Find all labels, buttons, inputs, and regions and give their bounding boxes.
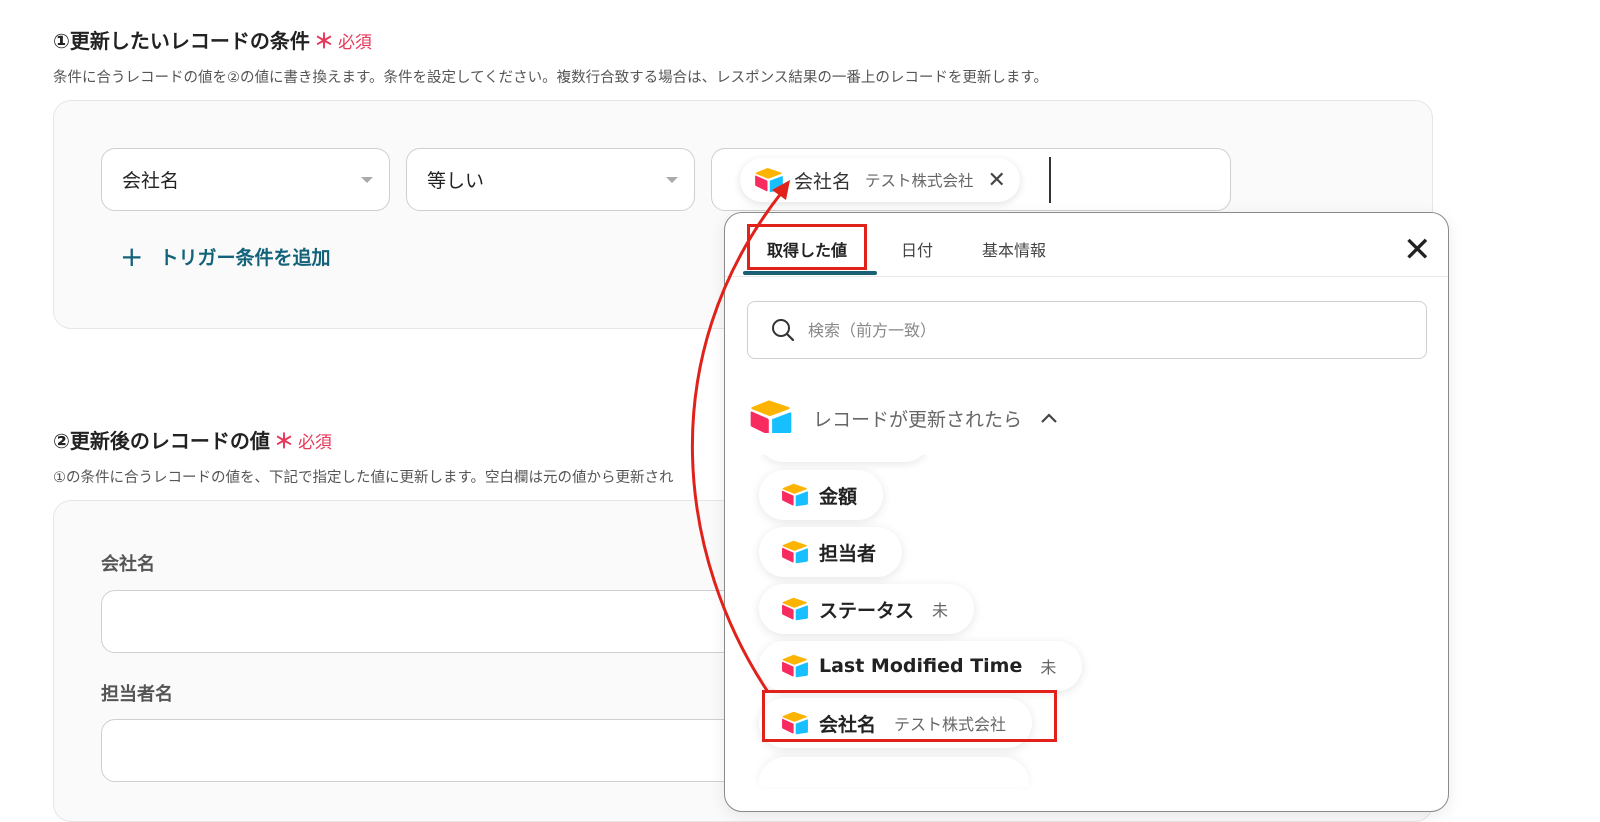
annotation-arrow <box>691 180 790 693</box>
